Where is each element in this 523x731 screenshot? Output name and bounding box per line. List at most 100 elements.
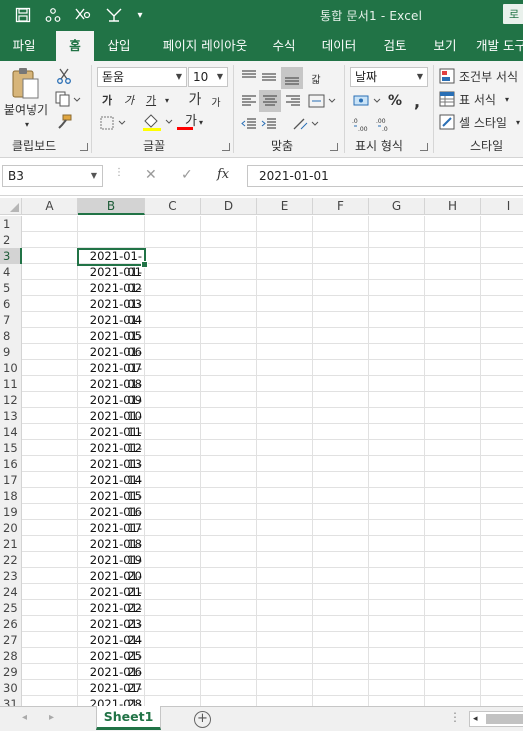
format-painter-icon[interactable]	[54, 113, 74, 131]
select-all-button[interactable]	[0, 198, 22, 215]
tab-developer[interactable]: 개발 도구	[476, 31, 523, 61]
row-header[interactable]: 11	[0, 376, 22, 392]
tab-home[interactable]: 홈	[56, 31, 94, 61]
cell-b[interactable]: 2021-01-24	[78, 616, 145, 647]
cell-b[interactable]: 2021-01-03	[78, 280, 145, 311]
merge-center-icon[interactable]	[307, 91, 337, 111]
column-header[interactable]: C	[145, 198, 201, 215]
tab-view[interactable]: 보기	[424, 31, 466, 61]
cell-b[interactable]: 2021-01-21	[78, 568, 145, 599]
tab-data[interactable]: 데이터	[313, 31, 365, 61]
row-header[interactable]: 18	[0, 488, 22, 504]
cut-icon[interactable]	[73, 6, 93, 24]
cell-style-icon[interactable]	[438, 113, 456, 131]
cell-b[interactable]: 2021-01-09	[78, 376, 145, 407]
format-table-button[interactable]: 표 서식	[459, 90, 501, 108]
underline-button[interactable]: 가	[144, 91, 158, 109]
increase-decimal-icon[interactable]: .0.00	[350, 115, 372, 133]
cell-b[interactable]: 2021-01-11	[78, 408, 145, 439]
cell-b[interactable]: 2021-01-17	[78, 504, 145, 535]
align-left-icon[interactable]	[239, 91, 259, 111]
cell-b[interactable]: 2021-01-18	[78, 520, 145, 551]
enter-icon[interactable]: ✓	[181, 167, 193, 183]
row-header[interactable]: 17	[0, 472, 22, 488]
orientation-icon[interactable]	[290, 114, 320, 134]
fill-color-icon[interactable]	[140, 112, 174, 132]
row-header[interactable]: 7	[0, 312, 22, 328]
row-header[interactable]: 25	[0, 600, 22, 616]
row-header[interactable]: 10	[0, 360, 22, 376]
cell-b[interactable]: 2021-01-08	[78, 360, 145, 391]
paste-dropdown-icon[interactable]: ▾	[22, 119, 32, 129]
row-header[interactable]: 5	[0, 280, 22, 296]
formula-input[interactable]: 2021-01-01	[247, 165, 523, 187]
row-header[interactable]: 23	[0, 568, 22, 584]
cell-b[interactable]: 2021-01-10	[78, 392, 145, 423]
insert-function-button[interactable]: fx	[217, 167, 229, 182]
tab-file[interactable]: 파일	[4, 31, 44, 61]
cell-b[interactable]: 2021-01-26	[78, 648, 145, 679]
wrap-text-button[interactable]: 갋	[305, 67, 327, 89]
cell-b[interactable]: 2021-01-29	[78, 696, 145, 706]
cell-b[interactable]: 2021-01-02	[78, 264, 145, 295]
scrollbar-thumb[interactable]	[486, 714, 523, 724]
cell-style-dropdown-icon[interactable]: ▾	[513, 115, 523, 129]
cell-b[interactable]: 2021-01-13	[78, 440, 145, 471]
cell-b[interactable]: 2021-01-27	[78, 664, 145, 695]
conditional-format-icon[interactable]	[438, 67, 456, 85]
align-top-icon[interactable]	[239, 67, 259, 87]
cell-b[interactable]: 2021-01-12	[78, 424, 145, 455]
horizontal-scrollbar[interactable]: ◂	[469, 711, 523, 727]
format-table-dropdown-icon[interactable]: ▾	[502, 92, 512, 106]
signin-button[interactable]: 로	[503, 4, 523, 24]
cell-b[interactable]: 2021-01-28	[78, 680, 145, 706]
font-name-select[interactable]: 돋움 ▼	[97, 67, 187, 87]
tab-review[interactable]: 검토	[374, 31, 416, 61]
cut-ribbon-icon[interactable]	[54, 67, 74, 85]
row-header[interactable]: 26	[0, 616, 22, 632]
tab-page-layout[interactable]: 페이지 레이아웃	[150, 31, 260, 61]
column-header[interactable]: E	[257, 198, 313, 215]
tab-insert[interactable]: 삽입	[100, 31, 138, 61]
sheet-tab[interactable]: Sheet1	[96, 706, 161, 730]
cell-b[interactable]: 2021-01-19	[78, 536, 145, 567]
row-header[interactable]: 30	[0, 680, 22, 696]
cell-b[interactable]: 2021-01-16	[78, 488, 145, 519]
row-header[interactable]: 28	[0, 648, 22, 664]
copy-icon[interactable]	[54, 90, 82, 108]
row-header[interactable]: 9	[0, 344, 22, 360]
cell-b[interactable]: 2021-01-06	[78, 328, 145, 359]
format-table-icon[interactable]	[438, 90, 456, 108]
row-header[interactable]: 12	[0, 392, 22, 408]
grow-font-button[interactable]: 가	[186, 89, 204, 109]
column-header[interactable]: H	[425, 198, 481, 215]
increase-indent-icon[interactable]	[259, 114, 279, 134]
align-center-icon[interactable]	[259, 90, 281, 112]
customize-qat-icon[interactable]: ▾	[134, 6, 146, 24]
cell-b[interactable]: 2021-01-23	[78, 600, 145, 631]
row-header[interactable]: 4	[0, 264, 22, 280]
bold-button[interactable]: 가	[100, 91, 114, 109]
cell-b[interactable]: 2021-01-14	[78, 456, 145, 487]
row-header[interactable]: 24	[0, 584, 22, 600]
paste-button[interactable]: 붙여넣기	[2, 101, 50, 117]
scroll-right-icon[interactable]: ▸	[49, 712, 54, 723]
shrink-font-button[interactable]: 가	[208, 93, 224, 109]
cell-style-button[interactable]: 셀 스타일	[459, 113, 515, 131]
row-header[interactable]: 15	[0, 440, 22, 456]
row-header[interactable]: 19	[0, 504, 22, 520]
row-header[interactable]: 20	[0, 520, 22, 536]
font-color-dropdown-icon[interactable]: ▾	[196, 115, 206, 129]
number-format-select[interactable]: 날짜 ▼	[350, 67, 428, 87]
accounting-format-icon[interactable]	[352, 91, 382, 111]
comma-button[interactable]: ,	[410, 91, 424, 111]
row-header[interactable]: 1	[0, 216, 22, 232]
name-box[interactable]: B3 ▼	[2, 165, 103, 187]
worksheet-grid[interactable]: ABCDEFGHI 1 2 3 2021-01-01 4 2021-01-02 5 2021-…	[0, 198, 523, 706]
add-sheet-icon[interactable]: +	[194, 711, 211, 728]
row-header[interactable]: 21	[0, 536, 22, 552]
touch-mode-icon[interactable]	[44, 6, 62, 24]
cell-b[interactable]: 2021-01-15	[78, 472, 145, 503]
row-header[interactable]: 29	[0, 664, 22, 680]
row-header[interactable]: 2	[0, 232, 22, 248]
